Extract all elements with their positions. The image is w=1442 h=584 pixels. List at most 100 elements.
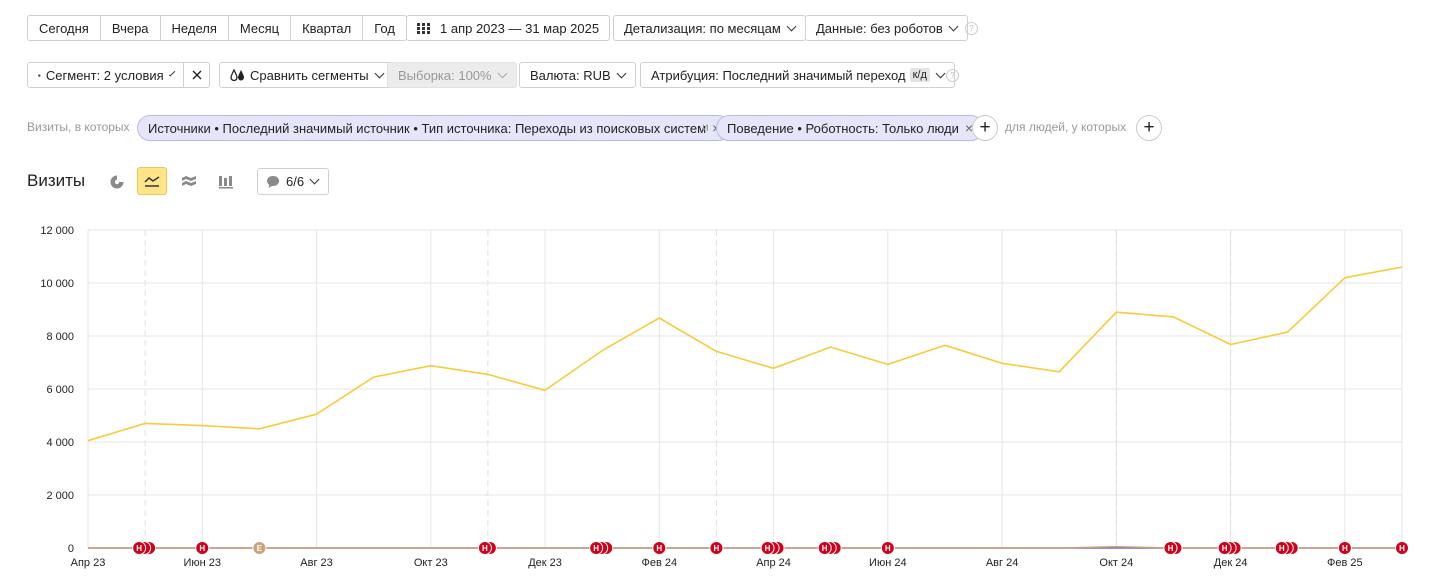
people-label: для людей, у которых (1005, 120, 1127, 134)
y-tick-label: 4 000 (46, 437, 74, 449)
annotation-marker: Н (1217, 541, 1232, 555)
data-filter-label: Данные: без роботов (816, 20, 943, 36)
visits-line-chart: 0 2 000 4 000 6 000 8 000 10 000 12 000 Апр 23… (40, 225, 1409, 569)
x-tick-label: Фев 25 (1327, 557, 1363, 569)
annotation-marker: Н (709, 541, 724, 555)
line-chart-type-button[interactable] (137, 167, 167, 195)
annotations-dropdown[interactable]: 6/6 (257, 168, 330, 195)
plus-icon: + (979, 117, 991, 138)
annotation-marker: Н (1395, 541, 1409, 555)
period-selector: Сегодня Вчера Неделя Месяц Квартал Год (27, 15, 407, 41)
y-tick-label: 12 000 (40, 225, 74, 237)
close-icon (192, 70, 201, 80)
segment-clear-button[interactable] (183, 62, 210, 88)
annotation-marker-label: Н (656, 544, 662, 553)
period-week[interactable]: Неделя (161, 16, 229, 40)
filter-chip-robotness[interactable]: Поведение • Роботность: Только люди × (716, 115, 985, 141)
y-tick-label: 8 000 (46, 331, 74, 343)
drops-icon (230, 68, 244, 81)
chevron-down-icon (786, 21, 797, 31)
period-today[interactable]: Сегодня (28, 16, 101, 40)
pie-chart-type-button[interactable] (102, 168, 132, 196)
chevron-down-icon (309, 174, 320, 185)
comment-icon (267, 175, 279, 188)
detail-dropdown[interactable]: Детализация: по месяцам (613, 15, 806, 41)
compare-segments-dropdown[interactable]: Сравнить сегменты (219, 62, 394, 88)
help-icon[interactable]: ? (965, 22, 978, 35)
attribution-badge: к/д (909, 68, 930, 82)
x-tick-label: Авг 23 (300, 557, 332, 569)
add-condition-button[interactable]: + (972, 115, 998, 141)
help-icon[interactable]: ? (946, 69, 959, 82)
annotation-marker: Н (880, 541, 895, 555)
annotation-marker: Н (652, 541, 667, 555)
filter-chip-label: Источники • Последний значимый источник … (148, 120, 707, 136)
annotation-marker-label: Н (482, 544, 488, 553)
annotation-marker-label: Н (1279, 544, 1285, 553)
y-tick-label: 6 000 (46, 384, 74, 396)
detail-label: Детализация: по месяцам (624, 20, 781, 36)
x-tick-label: Дек 24 (1214, 557, 1248, 569)
period-month[interactable]: Месяц (229, 16, 292, 40)
period-year[interactable]: Год (363, 16, 406, 40)
x-tick-label: Фев 24 (641, 557, 677, 569)
date-range-button[interactable]: 1 апр 2023 — 31 мар 2025 (406, 15, 611, 41)
series-line-3 (88, 546, 1402, 549)
annotation-marker-label: Н (822, 544, 828, 553)
sample-dropdown[interactable]: Выборка: 100% (387, 62, 517, 88)
add-people-condition-button[interactable]: + (1136, 115, 1162, 141)
annotations-count: 6/6 (286, 174, 305, 189)
filter-chip-source[interactable]: Источники • Последний значимый источник … (137, 115, 732, 141)
x-tick-label: Апр 24 (756, 557, 791, 569)
annotation-marker: Н (1274, 541, 1289, 555)
segment-dropdown[interactable]: Сегмент: 2 условия (27, 62, 184, 88)
x-tick-label: Авг 24 (986, 557, 1018, 569)
area-chart-type-button[interactable] (174, 168, 204, 196)
bar-chart-type-button[interactable] (211, 168, 241, 196)
data-filter-dropdown[interactable]: Данные: без роботов (805, 15, 968, 41)
x-tick-label: Июн 23 (183, 557, 221, 569)
annotation-marker-label: Е (257, 544, 263, 553)
series-line-1 (87, 266, 1403, 442)
period-quarter[interactable]: Квартал (291, 16, 364, 40)
annotation-marker: Н (760, 541, 775, 555)
area-chart-icon (182, 176, 196, 186)
annotation-marker-label: Н (1222, 544, 1228, 553)
chevron-down-icon (374, 68, 385, 78)
period-yesterday[interactable]: Вчера (101, 16, 161, 40)
annotation-marker: Е (252, 541, 267, 555)
calendar-icon (417, 22, 430, 34)
annotation-marker: Н (195, 541, 210, 555)
annotation-marker-label: Н (765, 544, 771, 553)
annotation-marker: Н (1337, 541, 1352, 555)
plus-icon: + (1143, 117, 1155, 138)
chevron-down-icon (168, 69, 176, 77)
pie-icon (38, 73, 41, 77)
annotation-marker-label: Н (1399, 544, 1405, 553)
section-title: Визиты (27, 171, 86, 190)
pie-chart-icon (110, 175, 124, 189)
chevron-down-icon (616, 68, 627, 78)
date-range-label: 1 апр 2023 — 31 мар 2025 (440, 20, 600, 36)
annotation-marker-label: Н (136, 544, 142, 553)
chevron-down-icon (948, 21, 959, 31)
annotation-marker: Н (1163, 541, 1178, 555)
annotation-marker: Н (132, 541, 147, 555)
and-label: и (702, 120, 709, 134)
annotation-marker-label: Н (1168, 544, 1174, 553)
annotation-marker-label: Н (714, 544, 720, 553)
currency-label: Валюта: RUB (530, 67, 611, 83)
filter-prefix: Визиты, в которых (27, 120, 130, 134)
currency-dropdown[interactable]: Валюта: RUB (519, 62, 636, 88)
attribution-dropdown[interactable]: Атрибуция: Последний значимый переход к/… (640, 62, 955, 88)
sample-label: Выборка: 100% (398, 67, 492, 83)
x-tick-label: Окт 24 (1099, 557, 1133, 569)
compare-label: Сравнить сегменты (250, 67, 369, 83)
y-tick-label: 0 (68, 543, 74, 555)
annotation-marker-label: Н (199, 544, 205, 553)
chevron-down-icon (935, 68, 946, 78)
bar-chart-icon (219, 176, 233, 189)
x-tick-label: Апр 23 (71, 557, 106, 569)
y-tick-label: 10 000 (40, 278, 74, 290)
y-tick-label: 2 000 (46, 490, 74, 502)
